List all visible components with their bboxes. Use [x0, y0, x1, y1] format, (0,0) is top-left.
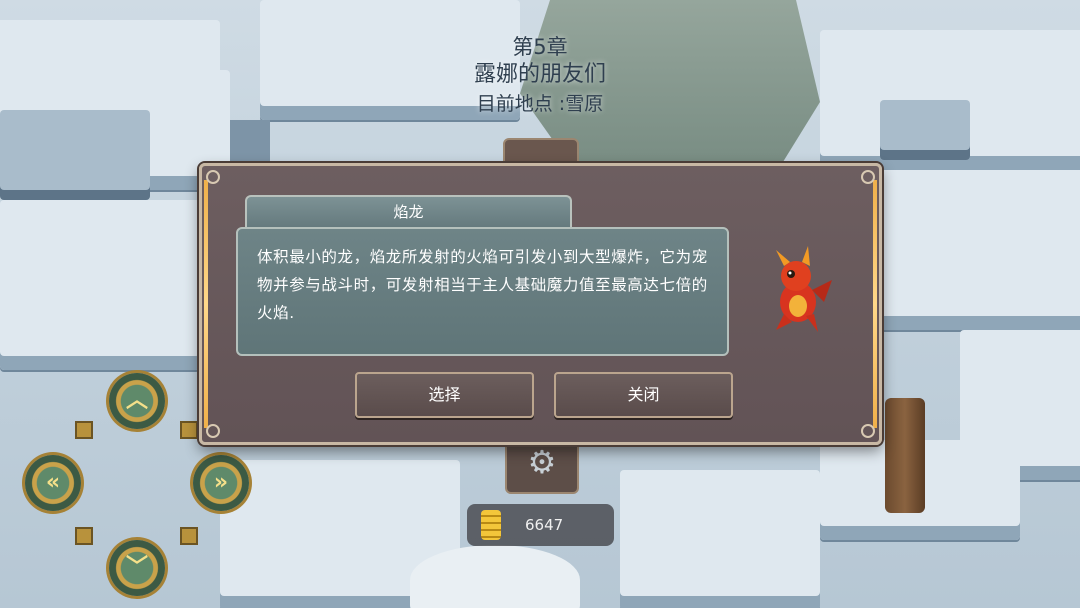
snow-block	[0, 200, 200, 370]
current-location: 目前地点 :雪原	[476, 93, 604, 115]
coin-counter: 6647	[467, 504, 614, 546]
dialog-edge-left	[204, 180, 208, 428]
snow-block	[880, 170, 1080, 330]
fire-dragon-icon	[776, 246, 832, 332]
corner-ornament	[206, 170, 220, 184]
wooden-post	[885, 398, 925, 513]
chevron-up-icon: ︿	[125, 388, 148, 413]
snow-block	[0, 110, 150, 200]
snow-block	[620, 470, 820, 608]
dpad-corner-up-right[interactable]	[180, 421, 198, 439]
dpad-left-button[interactable]: «	[25, 455, 81, 511]
pet-name-tab: 焰龙	[245, 195, 572, 227]
select-button[interactable]: 选择	[355, 372, 534, 418]
corner-ornament	[861, 424, 875, 438]
chevron-down-icon: ﹀	[125, 555, 148, 580]
dpad-right-button[interactable]: »	[193, 455, 249, 511]
chevron-right-icon: »	[213, 470, 229, 495]
dpad-corner-down-left[interactable]	[75, 527, 93, 545]
dpad-up-button[interactable]: ︿	[109, 373, 165, 429]
description-box: 体积最小的龙，焰龙所发射的火焰可引发小到大型爆炸，它为宠物并参与战斗时，可发射相…	[236, 227, 729, 356]
dpad-corner-down-right[interactable]	[180, 527, 198, 545]
dpad-corner-up-left[interactable]	[75, 421, 93, 439]
snow-rock	[410, 545, 580, 608]
chevron-left-icon: «	[45, 470, 61, 495]
select-button-label: 选择	[428, 385, 461, 404]
close-button[interactable]: 关闭	[554, 372, 733, 418]
pet-info-dialog: 焰龙 体积最小的龙，焰龙所发射的火焰可引发小到大型爆炸，它为宠物并参与战斗时，可…	[199, 163, 882, 445]
pet-name: 焰龙	[393, 203, 424, 221]
coin-stack-icon	[481, 510, 501, 540]
corner-ornament	[206, 424, 220, 438]
snow-block	[880, 100, 970, 160]
chapter-title: 露娜的朋友们	[473, 62, 606, 87]
corner-ornament	[861, 170, 875, 184]
pet-description: 体积最小的龙，焰龙所发射的火焰可引发小到大型爆炸，它为宠物并参与战斗时，可发射相…	[257, 248, 708, 322]
coin-value: 6647	[525, 516, 564, 534]
dialog-edge-right	[873, 180, 877, 428]
chapter-number: 第5章	[512, 35, 568, 59]
dpad-down-button[interactable]: ﹀	[109, 540, 165, 596]
close-button-label: 关闭	[627, 385, 660, 404]
chapter-header: 第5章 露娜的朋友们 目前地点 :雪原	[440, 34, 640, 118]
